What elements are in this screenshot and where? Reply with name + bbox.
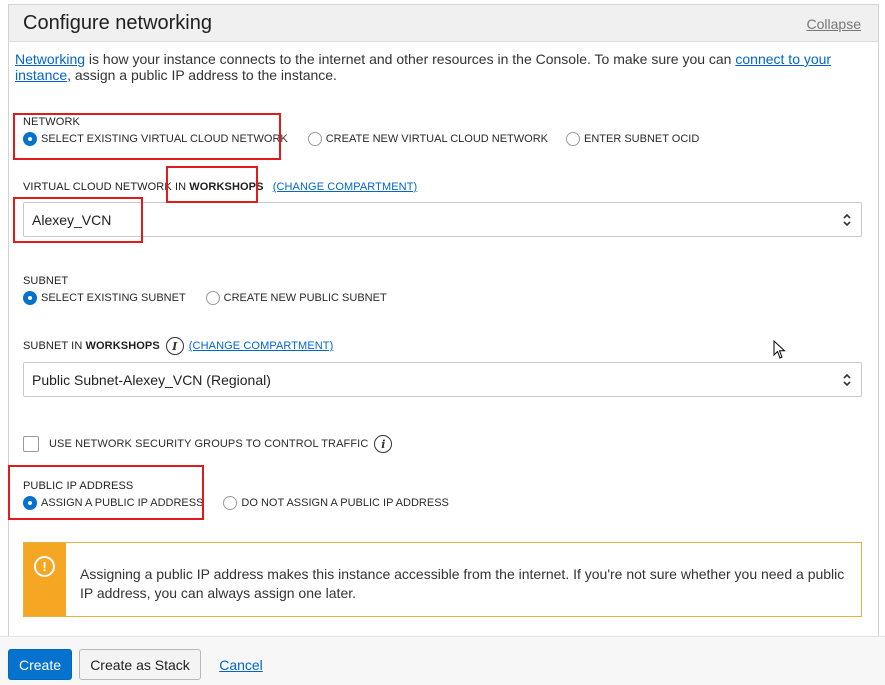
chevron-updown-icon — [843, 373, 851, 387]
panel-title: Configure networking — [23, 12, 212, 34]
chevron-updown-icon — [843, 213, 851, 227]
info-icon[interactable]: i — [165, 337, 184, 355]
cancel-link[interactable]: Cancel — [211, 649, 271, 680]
radio-create-new-public-subnet[interactable]: CREATE NEW PUBLIC SUBNET — [205, 291, 387, 305]
radio-label: ENTER SUBNET OCID — [584, 133, 700, 145]
radio-button[interactable] — [205, 291, 220, 305]
create-as-stack-button[interactable]: Create as Stack — [79, 649, 201, 680]
footer-bar: Create Create as Stack Cancel — [0, 636, 885, 685]
radio-label: ASSIGN A PUBLIC IP ADDRESS — [41, 497, 204, 509]
subnet-compartment: WORKSHOPS — [85, 340, 160, 352]
network-label: NETWORK — [23, 116, 80, 128]
intro-text: Networking is how your instance connects… — [15, 51, 845, 83]
radio-label: DO NOT ASSIGN A PUBLIC IP ADDRESS — [241, 497, 449, 509]
radio-select-existing-vcn[interactable]: SELECT EXISTING VIRTUAL CLOUD NETWORK — [23, 132, 288, 146]
panel-header: Configure networking Collapse — [9, 5, 878, 42]
radio-enter-subnet-ocid[interactable]: ENTER SUBNET OCID — [566, 132, 699, 146]
radio-button[interactable] — [223, 496, 238, 510]
radio-button[interactable] — [23, 496, 37, 510]
subnet-label: SUBNET — [23, 275, 69, 287]
warning-bar: ! — [24, 543, 66, 616]
warning-alert: ! Assigning a public IP address makes th… — [23, 542, 862, 617]
radio-label: CREATE NEW PUBLIC SUBNET — [223, 292, 387, 304]
warning-text: Assigning a public IP address makes this… — [80, 566, 845, 601]
nsg-checkbox-row: USE NETWORK SECURITY GROUPS TO CONTROL T… — [23, 435, 393, 453]
subnet-select-label: SUBNET IN WORKSHOPS i (CHANGE COMPARTMEN… — [23, 337, 333, 355]
network-radio-group: SELECT EXISTING VIRTUAL CLOUD NETWORK CR… — [23, 132, 699, 146]
mouse-cursor-icon — [773, 340, 786, 359]
nsg-label: USE NETWORK SECURITY GROUPS TO CONTROL T… — [49, 438, 369, 450]
radio-select-existing-subnet[interactable]: SELECT EXISTING SUBNET — [23, 291, 186, 305]
radio-create-new-vcn[interactable]: CREATE NEW VIRTUAL CLOUD NETWORK — [307, 132, 548, 146]
radio-label: SELECT EXISTING SUBNET — [41, 292, 186, 304]
radio-button[interactable] — [23, 132, 37, 146]
public-ip-label: PUBLIC IP ADDRESS — [23, 480, 134, 492]
subnet-label-prefix: SUBNET IN — [23, 340, 83, 352]
radio-assign-public-ip[interactable]: ASSIGN A PUBLIC IP ADDRESS — [23, 496, 203, 510]
radio-label: SELECT EXISTING VIRTUAL CLOUD NETWORK — [41, 133, 288, 145]
create-button[interactable]: Create — [8, 649, 72, 680]
vcn-select-value: Alexey_VCN — [32, 211, 112, 228]
radio-button[interactable] — [307, 132, 322, 146]
subnet-select[interactable]: Public Subnet-Alexey_VCN (Regional) — [23, 362, 862, 397]
radio-button[interactable] — [566, 132, 580, 146]
nsg-checkbox[interactable] — [23, 436, 39, 452]
intro-text-part1: is how your instance connects to the int… — [85, 51, 736, 67]
info-icon[interactable]: i — [374, 435, 393, 453]
subnet-change-compartment-link[interactable]: (CHANGE COMPARTMENT) — [189, 340, 334, 352]
subnet-select-value: Public Subnet-Alexey_VCN (Regional) — [32, 371, 271, 388]
vcn-change-compartment-link[interactable]: (CHANGE COMPARTMENT) — [273, 181, 418, 193]
collapse-link[interactable]: Collapse — [807, 16, 861, 32]
radio-do-not-assign-public-ip[interactable]: DO NOT ASSIGN A PUBLIC IP ADDRESS — [223, 496, 449, 510]
subnet-radio-group: SELECT EXISTING SUBNET CREATE NEW PUBLIC… — [23, 291, 387, 305]
vcn-label: VIRTUAL CLOUD NETWORK IN WORKSHOPS (CHAN… — [23, 181, 417, 193]
vcn-select[interactable]: Alexey_VCN — [23, 202, 862, 237]
networking-link[interactable]: Networking — [15, 51, 85, 67]
vcn-label-prefix: VIRTUAL CLOUD NETWORK IN — [23, 181, 190, 193]
public-ip-radio-group: ASSIGN A PUBLIC IP ADDRESS DO NOT ASSIGN… — [23, 496, 449, 510]
radio-label: CREATE NEW VIRTUAL CLOUD NETWORK — [325, 133, 548, 145]
intro-text-part2: , assign a public IP address to the inst… — [67, 67, 337, 83]
vcn-compartment: WORKSHOPS — [189, 181, 264, 193]
radio-button[interactable] — [23, 291, 37, 305]
exclamation-icon: ! — [34, 556, 55, 577]
